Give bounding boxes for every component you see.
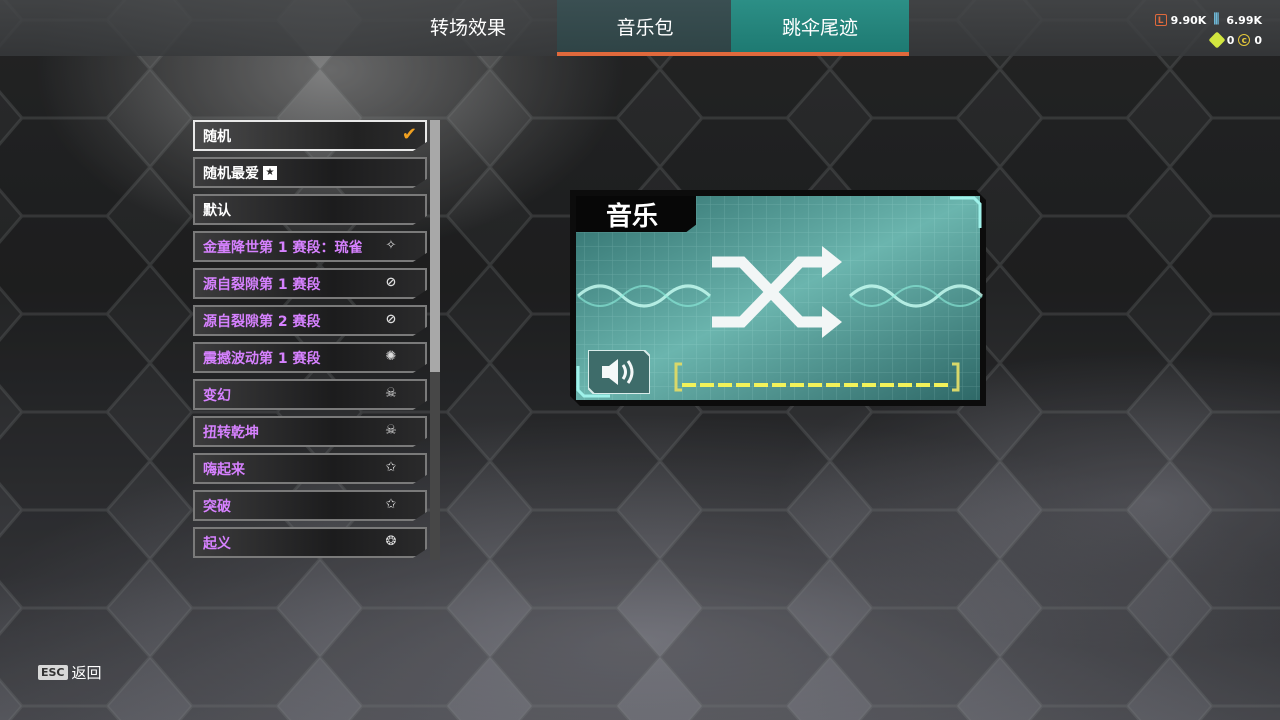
list-item[interactable]: 金童降世第 1 赛段：琉雀 ✧: [193, 231, 427, 262]
coin-count: 0: [1254, 33, 1262, 47]
volume-button[interactable]: [588, 350, 650, 394]
list-item-label: 随机: [203, 128, 231, 145]
list-item-label: 变幻: [203, 387, 231, 404]
fairy-badge-icon: ✧: [385, 238, 397, 253]
volume-segment: [682, 383, 696, 387]
volume-segment: [772, 383, 786, 387]
legend-token-count: 9.90K: [1170, 13, 1207, 27]
volume-segment: [754, 383, 768, 387]
rift-badge-icon: ⊘: [385, 275, 397, 290]
list-item[interactable]: 嗨起来 ✩: [193, 453, 427, 484]
currency-row-top: L 9.90K ⫼ 6.99K: [1154, 10, 1262, 30]
list-item-label: 起义: [203, 535, 231, 552]
list-item[interactable]: 突破 ✩: [193, 490, 427, 521]
skull-badge-icon: ☠: [385, 386, 397, 401]
volume-level-fill: [682, 383, 948, 387]
list-item[interactable]: 随机最爱 ★: [193, 157, 427, 188]
list-item[interactable]: 源自裂隙第 1 赛段 ⊘: [193, 268, 427, 299]
shockwave-badge-icon: ✺: [385, 349, 397, 364]
crafting-metals-icon: ⫼: [1213, 12, 1220, 27]
gem-icon: [1208, 31, 1226, 49]
list-item-label: 突破: [203, 498, 231, 515]
coin-icon: c: [1238, 34, 1251, 46]
back-button[interactable]: ESC 返回: [38, 662, 102, 683]
volume-segment: [898, 383, 912, 387]
back-label: 返回: [71, 664, 102, 682]
volume-segment: [826, 383, 840, 387]
tab-transition-effects[interactable]: 转场效果: [380, 0, 556, 52]
skull-badge-icon: ☠: [385, 423, 397, 438]
list-item[interactable]: 扭转乾坤 ☠: [193, 416, 427, 447]
list-item[interactable]: 源自裂隙第 2 赛段 ⊘: [193, 305, 427, 336]
tab-skydive-trail[interactable]: 跳伞尾迹: [731, 0, 909, 56]
star-badge-icon: ✩: [385, 497, 397, 512]
list-item[interactable]: 起义 ❂: [193, 527, 427, 558]
star-badge-icon: ✩: [385, 460, 397, 475]
volume-segment: [736, 383, 750, 387]
volume-segment: [916, 383, 930, 387]
list-item[interactable]: 震撼波动第 1 赛段 ✺: [193, 342, 427, 373]
esc-key-icon: ESC: [38, 665, 68, 680]
favorite-star-icon: ★: [263, 165, 277, 180]
currency-panel: L 9.90K ⫼ 6.99K 0 c 0: [1154, 10, 1262, 50]
rift-badge-icon: ⊘: [385, 312, 397, 327]
list-item-label: 源自裂隙第 1 赛段: [203, 276, 321, 293]
list-item-label: 嗨起来: [203, 461, 245, 478]
volume-segment: [790, 383, 804, 387]
currency-row-bottom: 0 c 0: [1155, 30, 1262, 50]
volume-slider[interactable]: [674, 362, 960, 394]
volume-segment: [700, 383, 714, 387]
list-item[interactable]: 随机 ✔: [193, 120, 427, 151]
music-pack-list: 随机 ✔ 随机最爱 ★ 默认 金童降世第 1 赛段：琉雀 ✧ 源自裂隙第 1 赛…: [193, 120, 427, 564]
list-item[interactable]: 变幻 ☠: [193, 379, 427, 410]
preview-title: 音乐: [576, 196, 696, 232]
list-item-label: 源自裂隙第 2 赛段: [203, 313, 321, 330]
list-item-label: 随机最爱: [203, 165, 259, 182]
tab-music-pack[interactable]: 音乐包: [557, 0, 733, 56]
volume-segment: [880, 383, 894, 387]
checkmark-icon: ✔: [401, 124, 417, 145]
list-item-label: 默认: [203, 202, 231, 219]
volume-segment: [844, 383, 858, 387]
gem-count: 0: [1226, 33, 1235, 47]
list-item-label: 扭转乾坤: [203, 424, 259, 441]
crafting-metals-count: 6.99K: [1226, 13, 1262, 27]
volume-segment: [862, 383, 876, 387]
list-item-label: 金童降世第 1 赛段：琉雀: [203, 239, 363, 256]
volume-segment: [808, 383, 822, 387]
list-item[interactable]: 默认: [193, 194, 427, 225]
claw-badge-icon: ❂: [385, 534, 397, 549]
list-item-label: 震撼波动第 1 赛段: [203, 350, 321, 367]
list-scrollbar-thumb[interactable]: [430, 120, 440, 372]
volume-segment: [934, 383, 948, 387]
volume-segment: [718, 383, 732, 387]
legend-token-icon: L: [1154, 14, 1167, 26]
